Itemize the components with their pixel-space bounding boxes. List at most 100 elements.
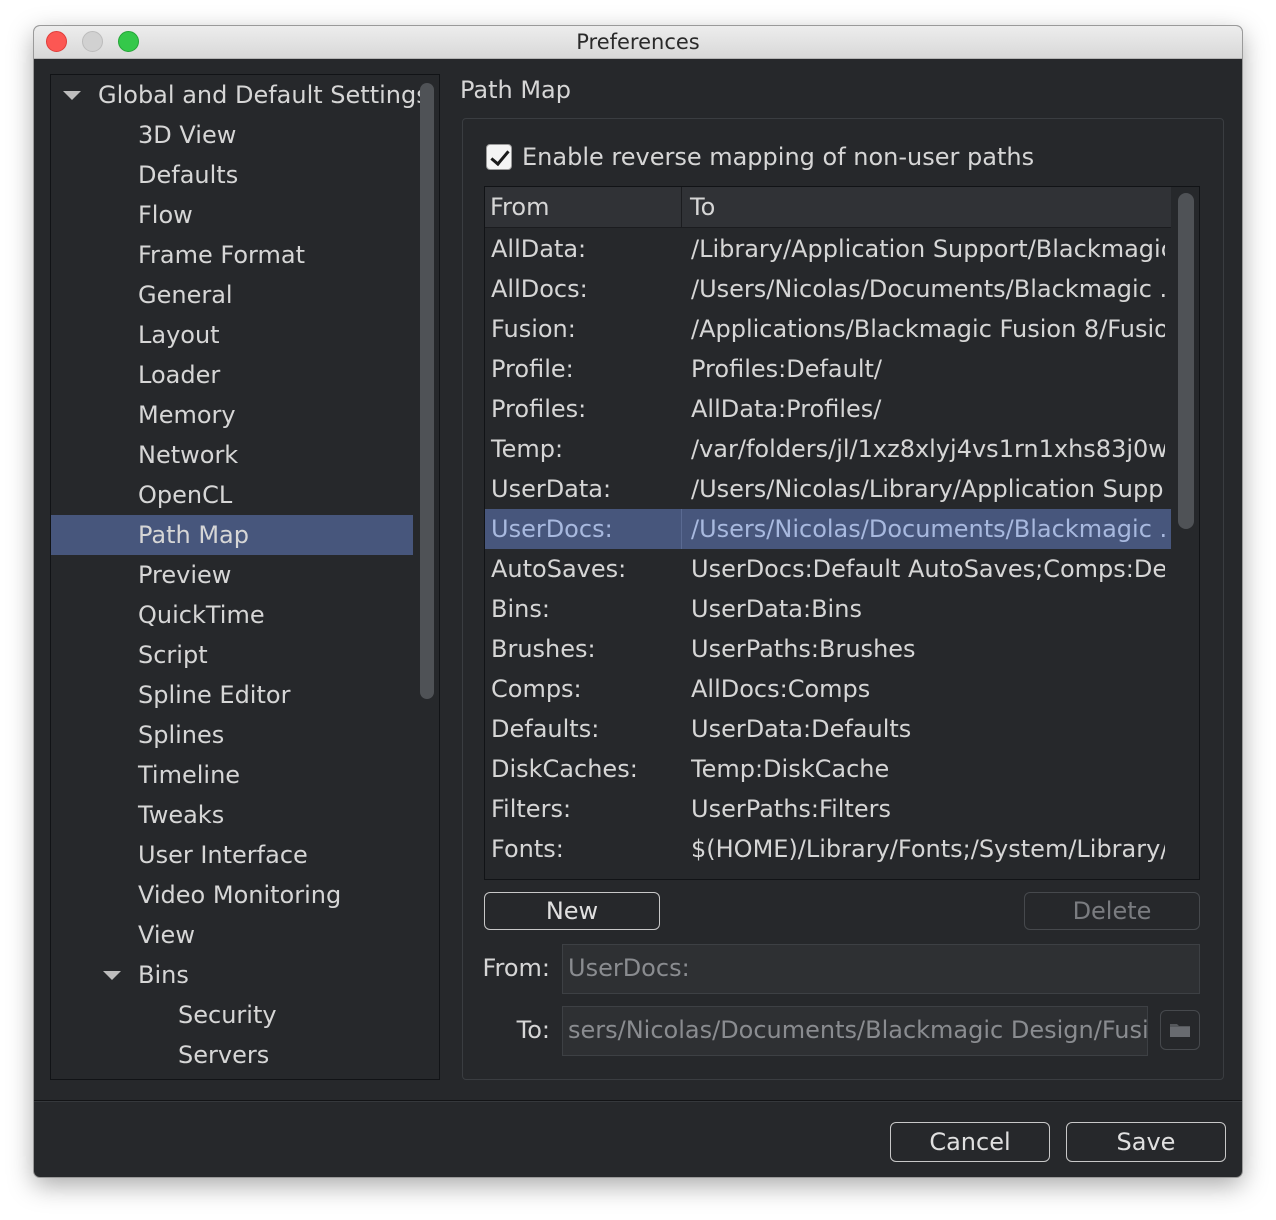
- table-row[interactable]: Fusion: /Applications/Blackmagic Fusion 8…: [485, 309, 1171, 349]
- cell-to: /Applications/Blackmagic Fusion 8/Fusio.…: [691, 315, 1165, 343]
- sidebar-item-label: Servers: [178, 1041, 270, 1069]
- sidebar-item[interactable]: Layout: [51, 315, 413, 355]
- sidebar-item-label: Script: [138, 641, 208, 669]
- delete-button[interactable]: Delete: [1024, 892, 1200, 930]
- panel-title: Path Map: [460, 76, 571, 104]
- sidebar-item-label: Video Monitoring: [138, 881, 342, 909]
- table-scrollbar[interactable]: [1173, 187, 1199, 879]
- cell-to: AllData:Profiles/: [691, 395, 882, 423]
- to-field[interactable]: sers/Nicolas/Documents/Blackmagic Design…: [562, 1006, 1148, 1056]
- sidebar-item-label: QuickTime: [138, 601, 265, 629]
- table-row[interactable]: UserDocs: /Users/Nicolas/Documents/Blackm…: [485, 509, 1171, 549]
- sidebar-item-label: 3D View: [138, 121, 237, 149]
- table-row[interactable]: Profile: Profiles:Default/: [485, 349, 1171, 389]
- sidebar-item-label: Tweaks: [138, 801, 225, 829]
- cell-to: AllDocs:Comps: [691, 675, 871, 703]
- sidebar-item[interactable]: Splines: [51, 715, 413, 755]
- sidebar-item[interactable]: General: [51, 275, 413, 315]
- sidebar-item[interactable]: Timeline: [51, 755, 413, 795]
- sidebar-item-label: Splines: [138, 721, 225, 749]
- cell-from: Fusion:: [491, 315, 576, 343]
- sidebar-item-label: Preview: [138, 561, 232, 589]
- sidebar-item-label: Memory: [138, 401, 236, 429]
- cell-to: UserPaths:Brushes: [691, 635, 916, 663]
- sidebar-item[interactable]: 3D View: [51, 115, 413, 155]
- table-header: From To: [485, 187, 1171, 228]
- sidebar-item-label: Path Map: [138, 521, 249, 549]
- table-row[interactable]: AllData: /Library/Application Support/Bla…: [485, 229, 1171, 269]
- sidebar-item[interactable]: OpenCL: [51, 475, 413, 515]
- sidebar-item-label: OpenCL: [138, 481, 233, 509]
- table-row[interactable]: Filters: UserPaths:Filters: [485, 789, 1171, 829]
- sidebar-item[interactable]: Path Map: [51, 515, 413, 555]
- table-row[interactable]: AutoSaves: UserDocs:Default AutoSaves;Com…: [485, 549, 1171, 589]
- cell-to: /Users/Nicolas/Documents/Blackmagic ...: [691, 275, 1165, 303]
- sidebar-item-label: View: [138, 921, 195, 949]
- cell-to: Temp:DiskCache: [691, 755, 890, 783]
- settings-tree: Global and Default Settings 3D View Defaul…: [50, 74, 440, 1080]
- sidebar-item[interactable]: Defaults: [51, 155, 413, 195]
- table-row[interactable]: Bins: UserData:Bins: [485, 589, 1171, 629]
- table-row[interactable]: AllDocs: /Users/Nicolas/Documents/Blackma…: [485, 269, 1171, 309]
- table-row[interactable]: Temp: /var/folders/jl/1xz8xlyj4vs1rn1xhs8…: [485, 429, 1171, 469]
- sidebar-scrollbar[interactable]: [419, 79, 435, 1071]
- browse-folder-button[interactable]: [1160, 1010, 1200, 1050]
- sidebar-item[interactable]: QuickTime: [51, 595, 413, 635]
- sidebar-item[interactable]: Spline Editor: [51, 675, 413, 715]
- sidebar-item[interactable]: Memory: [51, 395, 413, 435]
- table-scroll-thumb[interactable]: [1178, 193, 1194, 529]
- cell-to: /Library/Application Support/Blackmagic.…: [691, 235, 1165, 263]
- cell-from: Profile:: [491, 355, 574, 383]
- cell-to: UserDocs:Default AutoSaves;Comps:Def...: [691, 555, 1165, 583]
- sidebar-item[interactable]: User Interface: [51, 835, 413, 875]
- cell-from: UserDocs:: [491, 515, 613, 543]
- sidebar-item[interactable]: Video Monitoring: [51, 875, 413, 915]
- folder-icon: [1170, 1024, 1190, 1037]
- new-button[interactable]: New: [484, 892, 660, 930]
- cell-from: Bins:: [491, 595, 550, 623]
- sidebar-item[interactable]: Preview: [51, 555, 413, 595]
- cell-to: UserData:Bins: [691, 595, 862, 623]
- reverse-mapping-label[interactable]: Enable reverse mapping of non-user paths: [522, 140, 1034, 174]
- sidebar-item-label: General: [138, 281, 233, 309]
- sidebar-item[interactable]: Flow: [51, 195, 413, 235]
- cell-to: Profiles:Default/: [691, 355, 882, 383]
- sidebar-item[interactable]: Network: [51, 435, 413, 475]
- table-row[interactable]: Brushes: UserPaths:Brushes: [485, 629, 1171, 669]
- sidebar-item[interactable]: Security: [51, 995, 413, 1035]
- cancel-button[interactable]: Cancel: [890, 1122, 1050, 1162]
- from-field[interactable]: UserDocs:: [562, 944, 1200, 994]
- sidebar-scroll-thumb[interactable]: [420, 83, 434, 699]
- sidebar-item-label: Spline Editor: [138, 681, 291, 709]
- table-row[interactable]: Comps: AllDocs:Comps: [485, 669, 1171, 709]
- sidebar-item[interactable]: Global and Default Settings: [51, 75, 429, 115]
- sidebar-item[interactable]: Loader: [51, 355, 413, 395]
- sidebar-item[interactable]: Servers: [51, 1035, 413, 1075]
- sidebar-item[interactable]: Tweaks: [51, 795, 413, 835]
- table-row[interactable]: Profiles: AllData:Profiles/: [485, 389, 1171, 429]
- save-button[interactable]: Save: [1066, 1122, 1226, 1162]
- cell-to: /var/folders/jl/1xz8xlyj4vs1rn1xhs83j0w.…: [691, 435, 1165, 463]
- cell-from: DiskCaches:: [491, 755, 638, 783]
- sidebar-item-label: Timeline: [138, 761, 241, 789]
- disclosure-triangle-icon[interactable]: [63, 91, 81, 100]
- table-row[interactable]: DiskCaches: Temp:DiskCache: [485, 749, 1171, 789]
- table-row[interactable]: Defaults: UserData:Defaults: [485, 709, 1171, 749]
- cell-to: /Users/Nicolas/Library/Application Supp.…: [691, 475, 1165, 503]
- sidebar-item[interactable]: Bins: [51, 955, 413, 995]
- table-row[interactable]: UserData: /Users/Nicolas/Library/Applicat…: [485, 469, 1171, 509]
- table-row[interactable]: Fonts: $(HOME)/Library/Fonts;/System/Libr…: [485, 829, 1171, 869]
- column-header-to[interactable]: To: [690, 187, 715, 227]
- path-map-table: From To AllData: /Library/Application Sup…: [484, 186, 1200, 880]
- cell-from: Fonts:: [491, 835, 564, 863]
- sidebar-item[interactable]: Frame Format: [51, 235, 413, 275]
- reverse-mapping-checkbox[interactable]: [486, 144, 512, 170]
- from-field-label: From:: [482, 954, 550, 982]
- cell-from: UserData:: [491, 475, 612, 503]
- column-header-from[interactable]: From: [490, 187, 549, 227]
- cell-from: AllDocs:: [491, 275, 588, 303]
- sidebar-item[interactable]: Script: [51, 635, 413, 675]
- sidebar-item-label: Flow: [138, 201, 193, 229]
- sidebar-item[interactable]: View: [51, 915, 413, 955]
- disclosure-triangle-icon[interactable]: [103, 971, 121, 980]
